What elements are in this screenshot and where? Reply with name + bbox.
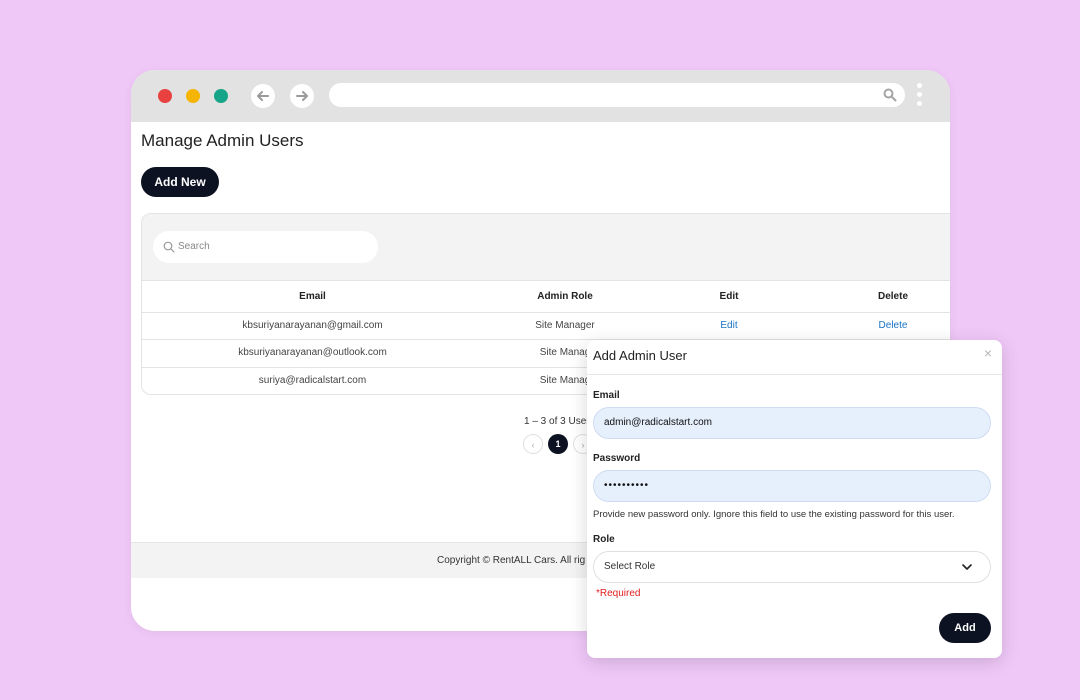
close-window-dot[interactable] (158, 89, 172, 103)
required-error: *Required (596, 588, 641, 599)
forward-button[interactable] (290, 84, 314, 108)
password-hint: Provide new password only. Ignore this f… (593, 509, 955, 520)
pagination-prev-button[interactable]: ‹ (523, 434, 543, 454)
role-select[interactable]: Select Role (593, 551, 991, 583)
search-input[interactable]: Search (153, 231, 378, 263)
pagination-summary: 1 – 3 of 3 User (524, 416, 590, 427)
email-label: Email (593, 390, 620, 401)
row-email: suriya@radicalstart.com (258, 375, 367, 386)
back-button[interactable] (251, 84, 275, 108)
modal-header: Add Admin User × (587, 340, 1002, 375)
search-icon (883, 88, 897, 102)
edit-link[interactable]: Edit (647, 313, 811, 339)
email-field[interactable]: admin@radicalstart.com (593, 407, 991, 439)
add-button[interactable]: Add (939, 613, 991, 643)
table-row: kbsuriyanarayanan@gmail.com Site Manager… (142, 313, 950, 340)
search-icon (163, 241, 175, 253)
role-label: Role (593, 534, 615, 545)
minimize-window-dot[interactable] (186, 89, 200, 103)
close-icon[interactable]: × (984, 345, 992, 361)
delete-link[interactable]: Delete (811, 313, 950, 339)
column-header-email: Email (299, 291, 326, 302)
row-email: kbsuriyanarayanan@gmail.com (242, 320, 383, 331)
row-email: kbsuriyanarayanan@outlook.com (238, 347, 387, 358)
footer-copyright: Copyright © RentALL Cars. All rig (437, 555, 586, 566)
browser-toolbar (131, 70, 950, 122)
maximize-window-dot[interactable] (214, 89, 228, 103)
add-admin-user-modal: Add Admin User × Email admin@radicalstar… (587, 340, 1002, 658)
add-new-button[interactable]: Add New (141, 167, 219, 197)
search-placeholder: Search (178, 241, 210, 252)
kebab-menu-icon[interactable] (917, 83, 923, 109)
password-field[interactable]: •••••••••• (593, 470, 991, 502)
chevron-down-icon (962, 564, 972, 570)
address-bar[interactable] (329, 83, 905, 107)
table-toolbar: Search (142, 214, 950, 281)
column-header-edit: Edit (719, 291, 739, 302)
row-role: Site Manager (535, 320, 595, 331)
password-label: Password (593, 453, 641, 464)
modal-title: Add Admin User (593, 348, 687, 363)
arrow-right-icon (296, 91, 308, 101)
arrow-left-icon (257, 91, 269, 101)
table-header-row: Email Admin Role Edit Delete (142, 281, 950, 313)
column-header-admin-role: Admin Role (537, 291, 593, 302)
pagination-page-current[interactable]: 1 (548, 434, 568, 454)
page-title: Manage Admin Users (141, 131, 304, 150)
role-select-value: Select Role (604, 561, 656, 572)
column-header-delete: Delete (877, 291, 908, 302)
